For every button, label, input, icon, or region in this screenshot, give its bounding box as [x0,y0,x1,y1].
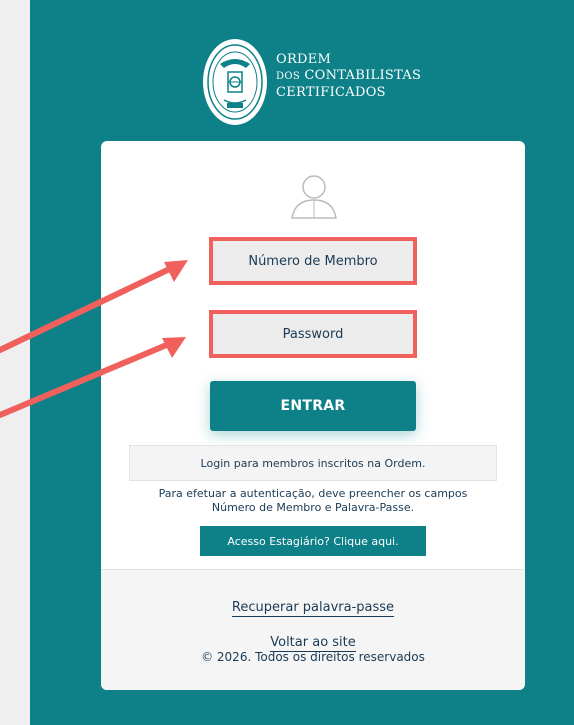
password-placeholder: Password [282,326,344,342]
annotation-arrow-icon [0,262,181,353]
member-number-placeholder: Número de Membro [248,253,378,269]
auth-instructions-line2: Número de Membro e Palavra-Passe. [211,501,415,514]
logo-seal-icon [203,39,267,125]
copyright-text: © 2026. Todos os direitos reservados [201,650,425,664]
org-name: Ordem dos Contabilistas Certificados [276,52,421,101]
password-input[interactable]: Password [209,310,417,358]
org-name-line1: Ordem [276,52,332,67]
intern-access-button[interactable]: Acesso Estagiário? Clique aqui. [200,526,426,556]
org-name-line2-main: Contabilistas [304,68,422,83]
annotation-arrows [0,260,188,418]
member-number-input[interactable]: Número de Membro [209,237,417,285]
recover-password-label[interactable]: Recuperar palavra-passe [231,600,395,617]
recover-password-link[interactable]: Recuperar palavra-passe [101,600,525,617]
auth-instructions-line1: Para efetuar a autenticação, deve preenc… [158,487,468,500]
org-name-line3: Certificados [276,85,386,100]
enter-button[interactable]: ENTRAR [210,381,416,431]
annotation-arrow-icon [0,338,179,418]
auth-instructions: Para efetuar a autenticação, deve preenc… [121,487,505,515]
org-name-line2: dos Contabilistas [276,68,421,85]
members-note: Login para membros inscritos na Ordem. [129,445,497,481]
user-icon [291,175,337,219]
card-footer [101,569,525,690]
back-to-site-link[interactable]: Voltar ao site [101,635,525,652]
org-name-line2-prefix: dos [276,71,300,82]
